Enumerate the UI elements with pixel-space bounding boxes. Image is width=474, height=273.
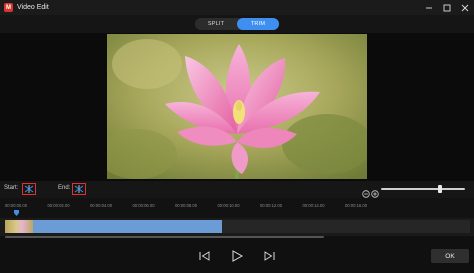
playhead-icon[interactable] [14,210,19,216]
zoom-out-button[interactable] [362,185,370,198]
trim-marker-icon [24,185,34,193]
title-bar: M Video Edit [0,0,474,15]
zoom-out-icon [362,190,370,198]
skip-forward-icon [264,251,275,261]
window-controls [420,0,474,15]
set-start-button[interactable] [22,183,36,195]
maximize-button[interactable] [438,0,456,15]
previous-frame-button[interactable] [197,248,213,264]
track-empty-area [222,220,470,233]
timeline-tick-label: 00:00:00.00 [4,203,28,208]
minimize-icon [426,7,432,8]
app-logo-icon: M [4,3,13,12]
close-button[interactable] [456,0,474,15]
zoom-slider-handle[interactable] [437,185,442,193]
ok-button[interactable]: OK [431,249,469,263]
tab-split[interactable]: SPLIT [195,18,237,30]
start-label: Start: [4,185,19,191]
timeline-scrollbar[interactable] [5,236,324,238]
zoom-in-button[interactable] [371,185,379,198]
play-icon [232,250,243,262]
timeline-ruler[interactable]: 00:00:00.00 00:00:02.00 00:00:04.00 00:00:0… [0,198,474,218]
zoom-slider[interactable] [381,185,465,193]
playback-bar: OK [0,239,474,273]
window-title: Video Edit [17,4,49,11]
maximize-icon [443,4,451,11]
tab-trim[interactable]: TRIM [237,18,279,30]
zoom-in-icon [371,190,379,198]
timeline-tick-label: 00:00:14.00 [302,203,325,208]
timeline-tick-label: 00:00:10.00 [217,203,240,208]
timeline-tick-label: 00:00:08.00 [174,203,198,208]
timeline-tick-label: 00:00:06.00 [132,203,155,208]
mode-bar: SPLIT TRIM [0,15,474,33]
clip-thumbnail [5,220,33,233]
video-preview-area [0,33,474,181]
close-icon [461,4,469,11]
lotus-flower-image [107,34,367,179]
timeline-tick-label: 00:00:12.00 [259,203,283,208]
video-frame [107,34,367,179]
timeline-track [0,218,474,236]
mode-toggle: SPLIT TRIM [195,18,279,30]
next-frame-button[interactable] [261,248,277,264]
end-label: End: [58,185,71,191]
trim-marker-icon [74,185,84,193]
video-clip[interactable] [5,220,222,233]
timeline-tick-label: 00:00:02.00 [47,203,70,208]
trim-controls-bar: Start: End: [0,181,474,198]
timeline-tick-label: 00:00:04.00 [89,203,113,208]
timeline-tick-label: 00:00:16.00 [344,203,368,208]
play-button[interactable] [229,248,245,264]
minimize-button[interactable] [420,0,438,15]
set-end-button[interactable] [72,183,86,195]
skip-back-icon [199,251,210,261]
